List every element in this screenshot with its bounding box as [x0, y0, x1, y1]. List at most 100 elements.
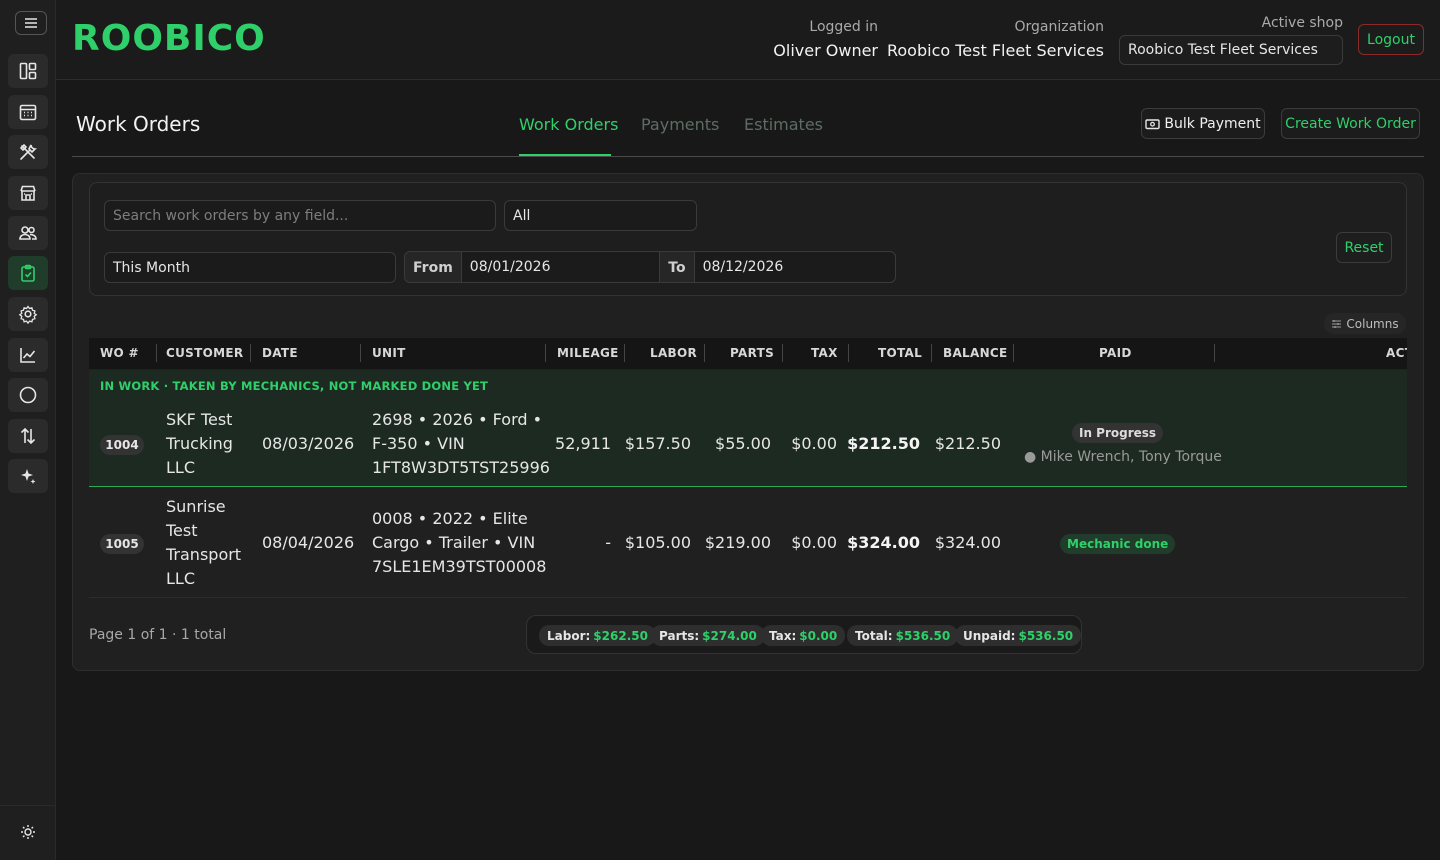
divider [72, 156, 1424, 157]
transfer-icon[interactable] [8, 419, 48, 453]
chart-icon[interactable] [8, 338, 48, 372]
clipboard-icon[interactable] [8, 256, 48, 290]
status-badge: In Progress [1072, 423, 1164, 443]
column-header-labor[interactable]: LABOR [650, 346, 697, 360]
gear-icon[interactable] [8, 297, 48, 331]
unit-line: 1FT8W3DT5TST25996 [372, 458, 550, 477]
unit-cell: 2698 • 2026 • Ford • F-350 • VIN 1FT8W3D… [372, 408, 550, 480]
search-input[interactable]: Search work orders by any field... [104, 200, 496, 231]
columns-label: Columns [1346, 316, 1399, 331]
bulk-payment-label: Bulk Payment [1164, 115, 1261, 132]
active-shop-label: Active shop [1261, 15, 1343, 31]
columns-button[interactable]: Columns [1324, 313, 1406, 334]
shop-icon[interactable] [8, 176, 48, 210]
wo-number-badge[interactable]: 1005 [100, 534, 144, 554]
column-divider [782, 344, 783, 362]
balance-cell: $324.00 [934, 533, 1001, 552]
table-row[interactable]: 1004 SKF Test Trucking LLC 08/03/2026 26… [89, 402, 1407, 487]
calendar-icon[interactable] [8, 95, 48, 129]
customer-line: Trucking [166, 434, 233, 453]
tab-estimates[interactable]: Estimates [744, 115, 823, 134]
app-logo[interactable]: ROOBICO [72, 18, 266, 59]
hamburger-menu-icon[interactable] [15, 11, 47, 35]
sun-icon[interactable] [18, 822, 38, 842]
table-row[interactable]: 1005 Sunrise Test Transport LLC 08/04/20… [89, 488, 1407, 598]
column-divider [1214, 344, 1215, 362]
parts-cell: $55.00 [715, 434, 771, 453]
from-date-input[interactable]: 08/01/2026 [460, 252, 661, 282]
total-cell: $324.00 [847, 533, 920, 552]
parts-total-pill: Parts: $274.00 [651, 625, 765, 646]
unit-line: F-350 • VIN [372, 434, 465, 453]
cash-icon [1145, 118, 1161, 129]
period-select[interactable]: This Month [104, 252, 396, 283]
customer-line: Sunrise [166, 497, 226, 516]
unit-cell: 0008 • 2022 • Elite Cargo • Trailer • VI… [372, 507, 546, 579]
column-divider [250, 344, 251, 362]
pill-value: $0.00 [799, 628, 838, 643]
pill-value: $262.50 [593, 628, 648, 643]
sidebar [0, 0, 56, 860]
customer-line: Transport [166, 545, 242, 564]
sparkle-icon[interactable] [8, 459, 48, 493]
pill-label: Labor: [547, 628, 591, 643]
pill-label: Parts: [659, 628, 700, 643]
tax-cell: $0.00 [791, 434, 837, 453]
column-header-customer[interactable]: CUSTOMER [166, 346, 243, 360]
column-divider [156, 344, 157, 362]
unit-line: 2698 • 2026 • Ford • [372, 410, 543, 429]
column-header-date[interactable]: DATE [262, 346, 298, 360]
reset-button[interactable]: Reset [1336, 232, 1392, 263]
bulk-payment-button[interactable]: Bulk Payment [1141, 108, 1265, 139]
circle-icon[interactable] [8, 378, 48, 412]
column-divider [360, 344, 361, 362]
dashboard-icon[interactable] [8, 54, 48, 88]
logout-button[interactable]: Logout [1358, 24, 1424, 55]
column-divider [624, 344, 625, 362]
column-header-unit[interactable]: UNIT [372, 346, 406, 360]
assigned-mechanics: ● Mike Wrench, Tony Torque [1024, 449, 1222, 465]
unit-line: Cargo • Trailer • VIN [372, 533, 536, 552]
organization-label: Organization [1014, 19, 1104, 35]
unit-line: 0008 • 2022 • Elite [372, 509, 528, 528]
pagination-info: Page 1 of 1 · 1 total [89, 627, 227, 643]
column-header-wo[interactable]: WO # [100, 346, 139, 360]
column-header-mileage[interactable]: MILEAGE [557, 346, 619, 360]
customers-icon[interactable] [8, 216, 48, 250]
group-label: IN WORK · TAKEN BY MECHANICS, NOT MARKED… [100, 379, 489, 393]
customer-cell: Sunrise Test Transport LLC [166, 495, 241, 591]
labor-cell: $105.00 [624, 533, 691, 552]
mileage-cell: - [605, 533, 611, 552]
column-header-balance[interactable]: BALANCE [943, 346, 1008, 360]
top-header: ROOBICO Logged in Oliver Owner Organizat… [56, 0, 1440, 80]
tax-cell: $0.00 [791, 533, 837, 552]
create-work-order-button[interactable]: Create Work Order [1281, 108, 1420, 139]
column-header-total[interactable]: TOTAL [878, 346, 922, 360]
customer-line: Test [166, 521, 198, 540]
column-header-parts[interactable]: PARTS [730, 346, 774, 360]
tab-work-orders[interactable]: Work Orders [519, 115, 618, 134]
labor-total-pill: Labor: $262.50 [539, 625, 656, 646]
column-header-tax[interactable]: TAX [811, 346, 838, 360]
tools-icon[interactable] [8, 135, 48, 169]
active-shop-select[interactable]: Roobico Test Fleet Services [1119, 35, 1343, 65]
unpaid-total-pill: Unpaid: $536.50 [955, 625, 1082, 646]
tab-payments[interactable]: Payments [641, 115, 719, 134]
tax-total-pill: Tax: $0.00 [761, 625, 846, 646]
pill-label: Tax: [769, 628, 797, 643]
pill-value: $536.50 [895, 628, 951, 643]
column-header-actions[interactable]: ACT [1386, 346, 1407, 360]
pill-label: Total: [855, 628, 893, 643]
status-filter-select[interactable]: All [504, 200, 697, 231]
parts-cell: $219.00 [704, 533, 771, 552]
user-name: Oliver Owner [773, 41, 878, 60]
totals-summary: Labor: $262.50 Parts: $274.00 Tax: $0.00 To… [526, 615, 1082, 654]
pill-value: $536.50 [1018, 628, 1074, 643]
logged-in-label: Logged in [809, 19, 878, 35]
labor-cell: $157.50 [624, 434, 691, 453]
pill-label: Unpaid: [963, 628, 1016, 643]
to-date-input[interactable]: 08/12/2026 [693, 252, 895, 282]
wo-number-badge[interactable]: 1004 [100, 435, 144, 455]
customer-line: LLC [166, 458, 195, 477]
column-header-paid[interactable]: PAID [1099, 346, 1132, 360]
